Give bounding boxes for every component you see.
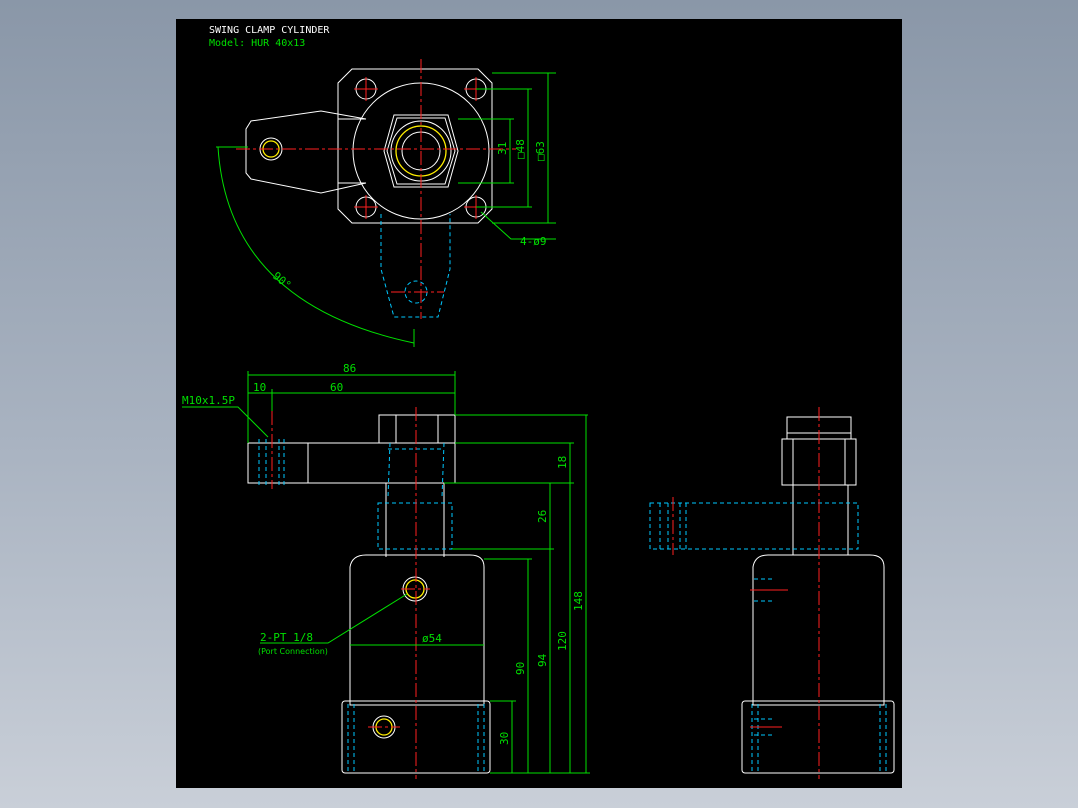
side-view [649,407,895,779]
dim-54: ø54 [422,632,442,645]
dim-60: 60 [330,381,343,394]
dim-angle: 90° [270,269,294,292]
dim-30: 30 [498,732,511,745]
dim-holes: 4-ø9 [520,235,547,248]
cad-drawing: SWING CLAMP CYLINDER Model: HUR 40x13 31… [182,25,895,779]
dim-port-note: (Port Connection) [258,647,328,656]
drawing-title: SWING CLAMP CYLINDER [209,25,330,36]
clamp-arm-rotated [380,214,451,318]
dim-86: 86 [343,362,356,375]
cylinder-base-side [741,700,895,774]
rotation-arc [217,146,415,344]
dim-port: 2-PT 1/8 [260,631,313,644]
dim-thread: M10x1.5P [182,394,235,407]
dim-94: 94 [536,653,549,667]
drawing-model: Model: HUR 40x13 [209,38,305,49]
dim-90: 90 [514,662,527,675]
clamp-arm-side [649,502,859,550]
top-view: 31 □48 □63 4-ø9 90° [216,59,556,347]
dim-148: 148 [572,591,585,611]
dim-26: 26 [536,510,549,523]
dim-31: 31 [496,142,509,155]
dim-120: 120 [556,631,569,651]
dim-63: □63 [534,141,547,161]
dim-10: 10 [253,381,266,394]
drawing-sheet: SWING CLAMP CYLINDER Model: HUR 40x13 31… [176,19,902,788]
dim-48: □48 [514,139,527,159]
front-view: 86 10 60 M10x1.5P 18 26 148 120 94 90 30… [182,362,590,779]
nut-front [378,414,456,444]
dim-18: 18 [556,456,569,469]
